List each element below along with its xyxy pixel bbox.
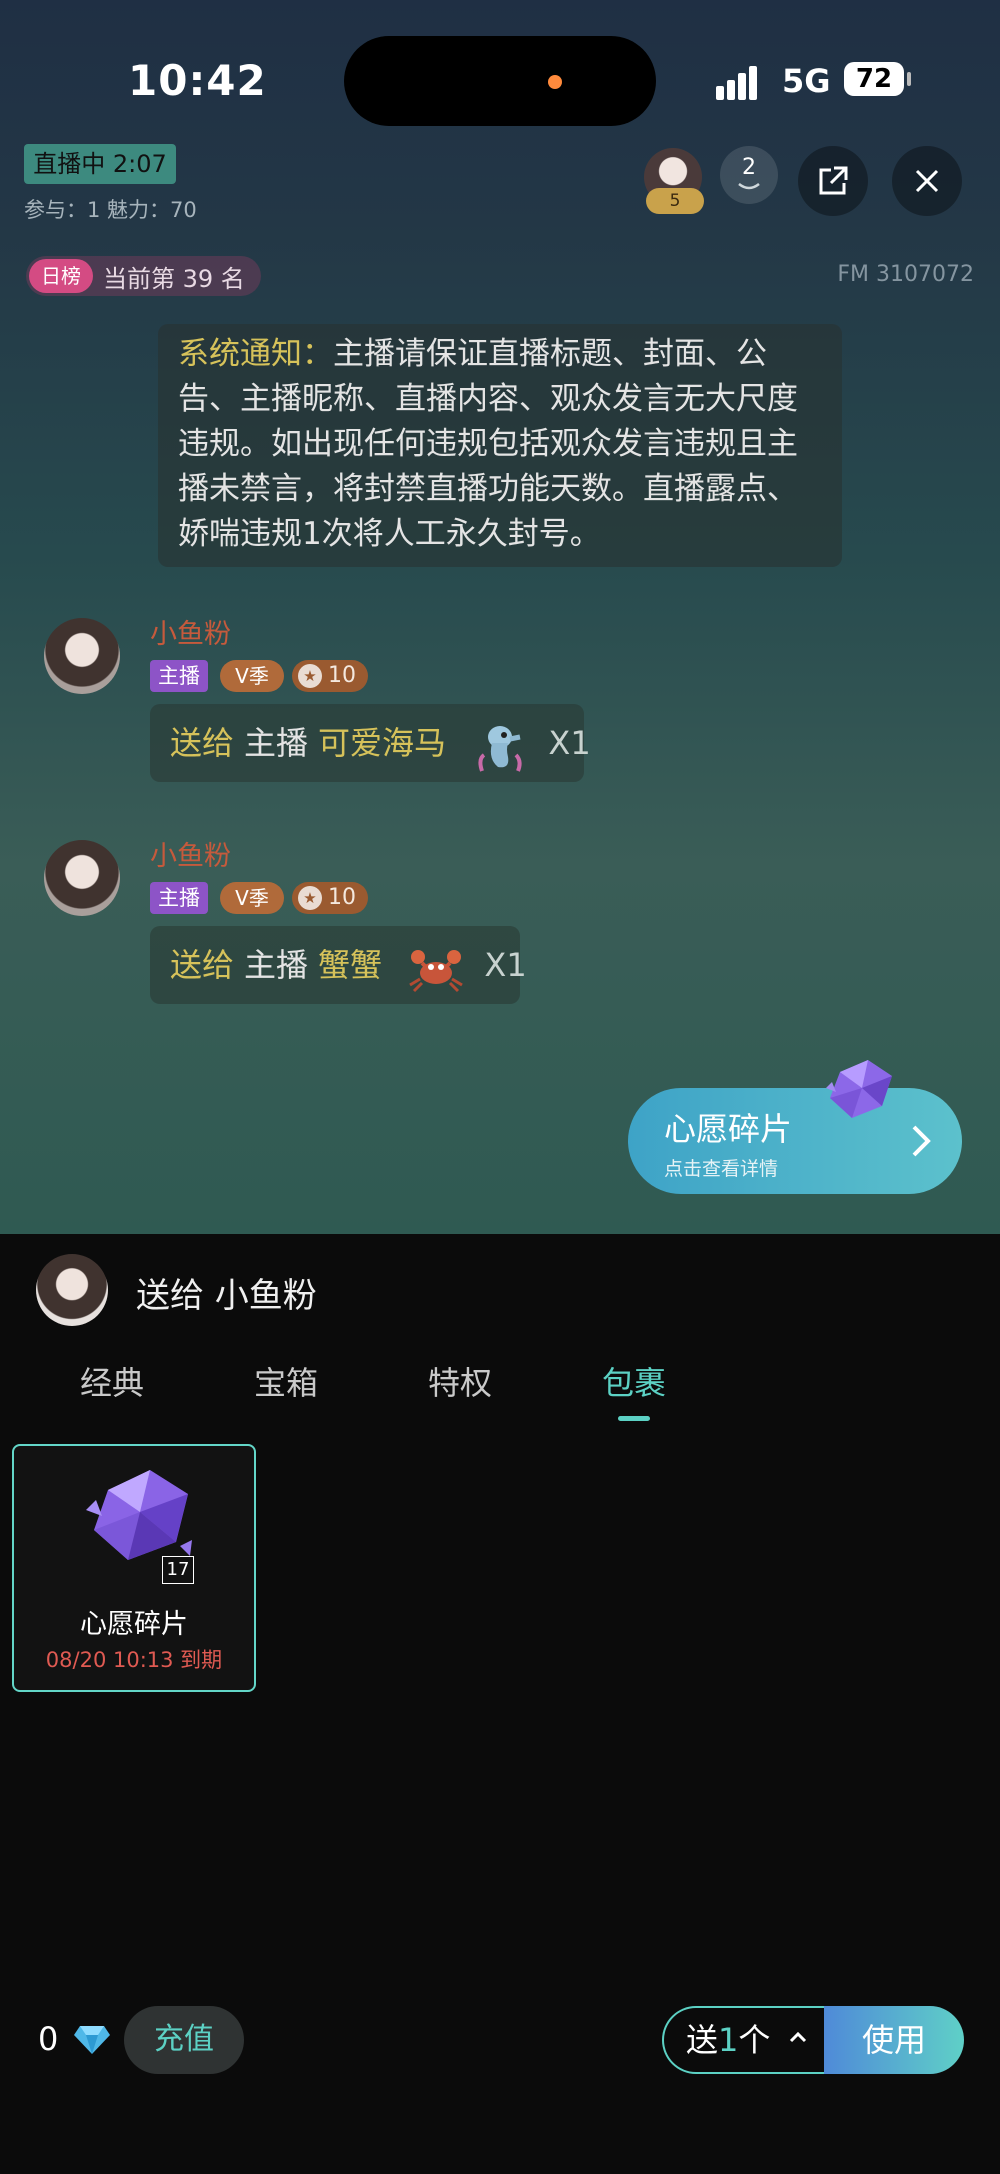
wish-banner-subtitle: 点击查看详情: [664, 1158, 779, 1180]
diamond-icon: [74, 2026, 110, 2054]
tab-privilege[interactable]: 特权: [428, 1358, 492, 1404]
send-to-label[interactable]: 送给 小鱼粉: [136, 1268, 317, 1317]
viewer-arc-icon: [738, 182, 760, 190]
chevron-right-icon: [912, 1125, 931, 1157]
tab-classic[interactable]: 经典: [80, 1358, 144, 1404]
share-icon: [819, 166, 848, 195]
crab-icon: [409, 950, 463, 993]
daily-rank-pill[interactable]: 日榜 当前第 39 名: [26, 256, 261, 296]
recording-dot-icon: [548, 75, 562, 89]
message-username[interactable]: 小鱼粉: [150, 834, 231, 873]
star-level-badge: ★ 10: [292, 882, 368, 914]
item-name: 心愿碎片: [80, 1609, 188, 1640]
recharge-button[interactable]: 充值: [124, 2006, 244, 2074]
item-count-badge: 17: [162, 1556, 194, 1584]
clock: 10:42: [128, 56, 267, 105]
host-level-badge: 5: [646, 188, 704, 214]
use-button[interactable]: 使用: [824, 2006, 964, 2074]
battery-icon: 72: [844, 62, 904, 96]
diamond-balance: 0: [38, 2020, 59, 2058]
live-status-badge: 直播中 2:07: [24, 144, 176, 184]
send-quantity-value: 1: [718, 2021, 739, 2059]
close-button[interactable]: [892, 146, 962, 216]
send-quantity-selector[interactable]: 送1个: [662, 2006, 828, 2074]
system-notice: 系统通知：主播请保证直播标题、封面、公告、主播昵称、直播内容、观众发言无大尺度违…: [158, 324, 842, 567]
vip-season-badge: V季: [220, 882, 284, 914]
live-room-view: 10:42 5G 72 直播中 2:07 参与：1 魅力：70 5 2 日榜 当…: [0, 0, 1000, 1234]
gift-message: 送给 主播 可爱海马 X1: [150, 704, 591, 782]
vip-season-badge: V季: [220, 660, 284, 692]
crystal-gem-icon: [86, 1470, 192, 1560]
star-icon: ★: [298, 664, 322, 688]
share-button[interactable]: [798, 146, 868, 216]
wish-banner-title: 心愿碎片: [664, 1110, 793, 1148]
send-quantity-group: 送1个 使用: [662, 2006, 964, 2074]
message-avatar[interactable]: [44, 840, 120, 916]
tab-treasure-box[interactable]: 宝箱: [254, 1358, 318, 1404]
gift-message: 送给 主播 蟹蟹 X1: [150, 926, 527, 1004]
viewer-count-value: 2: [742, 155, 756, 180]
fm-id: FM 3107072: [837, 262, 974, 287]
battery-cap: [907, 72, 911, 86]
notice-label: 系统通知：: [178, 336, 333, 372]
message-avatar[interactable]: [44, 618, 120, 694]
live-stats: 参与：1 魅力：70: [24, 198, 197, 222]
daily-rank-text: 当前第 39 名: [103, 264, 245, 293]
gift-panel: 送给 小鱼粉 经典 宝箱 特权 包裹 17 心愿碎片 08/20 10:13 到…: [0, 1234, 1000, 2174]
star-level-badge: ★ 10: [292, 660, 368, 692]
status-bar: 10:42 5G 72: [0, 0, 1000, 160]
active-tab-indicator: [618, 1416, 650, 1421]
item-expiry: 08/20 10:13 到期: [45, 1648, 223, 1672]
close-icon: [915, 169, 939, 193]
tab-backpack[interactable]: 包裹: [602, 1358, 666, 1404]
seahorse-icon: [478, 726, 522, 772]
backpack-item-card[interactable]: 17 心愿碎片 08/20 10:13 到期: [12, 1444, 256, 1692]
dynamic-island: [344, 36, 656, 126]
message-username[interactable]: 小鱼粉: [150, 612, 231, 651]
signal-icon: [716, 66, 766, 100]
star-icon: ★: [298, 886, 322, 910]
viewer-count[interactable]: 2: [720, 146, 778, 204]
host-badge: 主播: [150, 660, 208, 692]
chevron-up-icon: [789, 2031, 807, 2043]
network-type: 5G: [782, 62, 831, 100]
crystal-gem-icon: [826, 1060, 892, 1118]
host-badge: 主播: [150, 882, 208, 914]
daily-rank-tag: 日榜: [29, 259, 93, 293]
recipient-avatar[interactable]: [36, 1254, 108, 1326]
wish-fragment-banner[interactable]: 心愿碎片 点击查看详情: [628, 1088, 962, 1194]
